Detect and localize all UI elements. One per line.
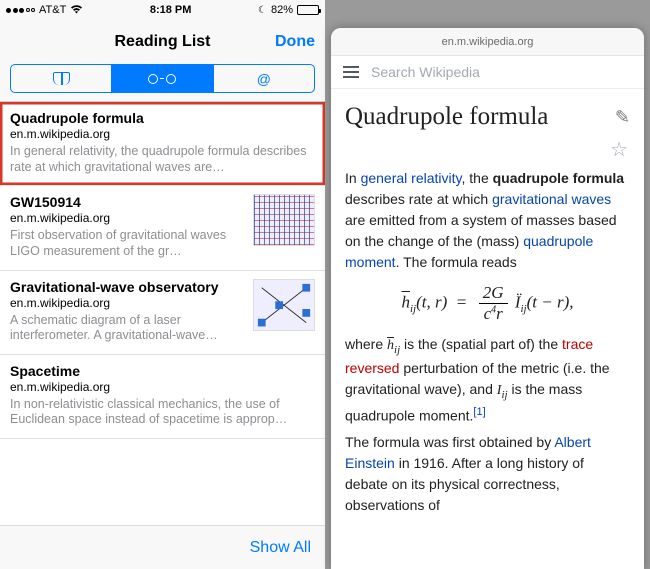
battery-icon (297, 5, 319, 15)
list-item[interactable]: Quadrupole formula en.m.wikipedia.org In… (0, 102, 325, 186)
book-icon (53, 72, 70, 85)
link-gravitational-waves[interactable]: gravitational waves (492, 191, 611, 207)
link-general-relativity[interactable]: general relativity (361, 170, 462, 186)
segment-reading-list[interactable] (111, 65, 212, 92)
article-title: Quadrupole formula (345, 103, 548, 131)
article-preview-screen: en.m.wikipedia.org Search Wikipedia Quad… (325, 0, 650, 569)
search-input[interactable]: Search Wikipedia (371, 64, 480, 80)
edit-icon[interactable]: ✎ (615, 107, 630, 128)
item-thumbnail (253, 279, 315, 331)
item-desc: First observation of gravitational waves… (10, 228, 245, 259)
item-title: GW150914 (10, 194, 245, 210)
item-thumbnail (253, 194, 315, 246)
item-source: en.m.wikipedia.org (10, 127, 315, 141)
url-bar[interactable]: en.m.wikipedia.org (331, 28, 644, 56)
segment-bookmarks[interactable] (11, 65, 111, 92)
item-desc: A schematic diagram of a laser interfero… (10, 313, 245, 344)
url-text: en.m.wikipedia.org (442, 36, 534, 48)
page-title: Reading List (114, 33, 210, 51)
wiki-header: Search Wikipedia (331, 56, 644, 89)
segment-shared-links[interactable]: @ (213, 65, 314, 92)
segment-control-row: @ (0, 64, 325, 101)
preview-sheet: en.m.wikipedia.org Search Wikipedia Quad… (331, 28, 644, 569)
item-title: Gravitational-wave observatory (10, 279, 245, 295)
status-bar: AT&T 8:18 PM ☾ 82% (0, 0, 325, 20)
reference-1[interactable]: [1] (473, 406, 485, 418)
paragraph: where hij is the (spatial part of) the t… (345, 334, 630, 426)
signal-strength-icon (6, 8, 35, 13)
show-all-button[interactable]: Show All (250, 539, 311, 557)
list-item[interactable]: Gravitational-wave observatory en.m.wiki… (0, 271, 325, 355)
paragraph: In general relativity, the quadrupole fo… (345, 168, 630, 273)
segment-control: @ (10, 64, 315, 93)
article-body: Quadrupole formula ✎ ☆ In general relati… (331, 89, 644, 526)
glasses-icon (148, 74, 176, 84)
hamburger-icon[interactable] (343, 66, 359, 78)
item-source: en.m.wikipedia.org (10, 380, 315, 394)
item-title: Quadrupole formula (10, 110, 315, 126)
battery-pct: 82% (271, 4, 293, 16)
item-title: Spacetime (10, 363, 315, 379)
nav-bar: Reading List Done (0, 20, 325, 64)
do-not-disturb-icon: ☾ (258, 5, 267, 16)
clock: 8:18 PM (150, 4, 192, 16)
wifi-icon (70, 4, 83, 17)
carrier-label: AT&T (39, 4, 66, 16)
list-item[interactable]: GW150914 en.m.wikipedia.org First observ… (0, 186, 325, 270)
paragraph: The formula was first obtained by Albert… (345, 432, 630, 516)
item-desc: In general relativity, the quadrupole fo… (10, 144, 315, 175)
formula: hij(t, r) = 2G c4r Ïij(t − r), (345, 283, 630, 324)
done-button[interactable]: Done (275, 33, 315, 51)
watchlist-star-icon[interactable]: ☆ (610, 139, 628, 161)
list-item[interactable]: Spacetime en.m.wikipedia.org In non-rela… (0, 355, 325, 439)
reading-list-screen: AT&T 8:18 PM ☾ 82% Reading List Done @ (0, 0, 325, 569)
item-source: en.m.wikipedia.org (10, 211, 245, 225)
item-desc: In non-relativistic classical mechanics,… (10, 397, 315, 428)
toolbar: Show All (0, 525, 325, 569)
reading-list: Quadrupole formula en.m.wikipedia.org In… (0, 101, 325, 525)
item-source: en.m.wikipedia.org (10, 296, 245, 310)
